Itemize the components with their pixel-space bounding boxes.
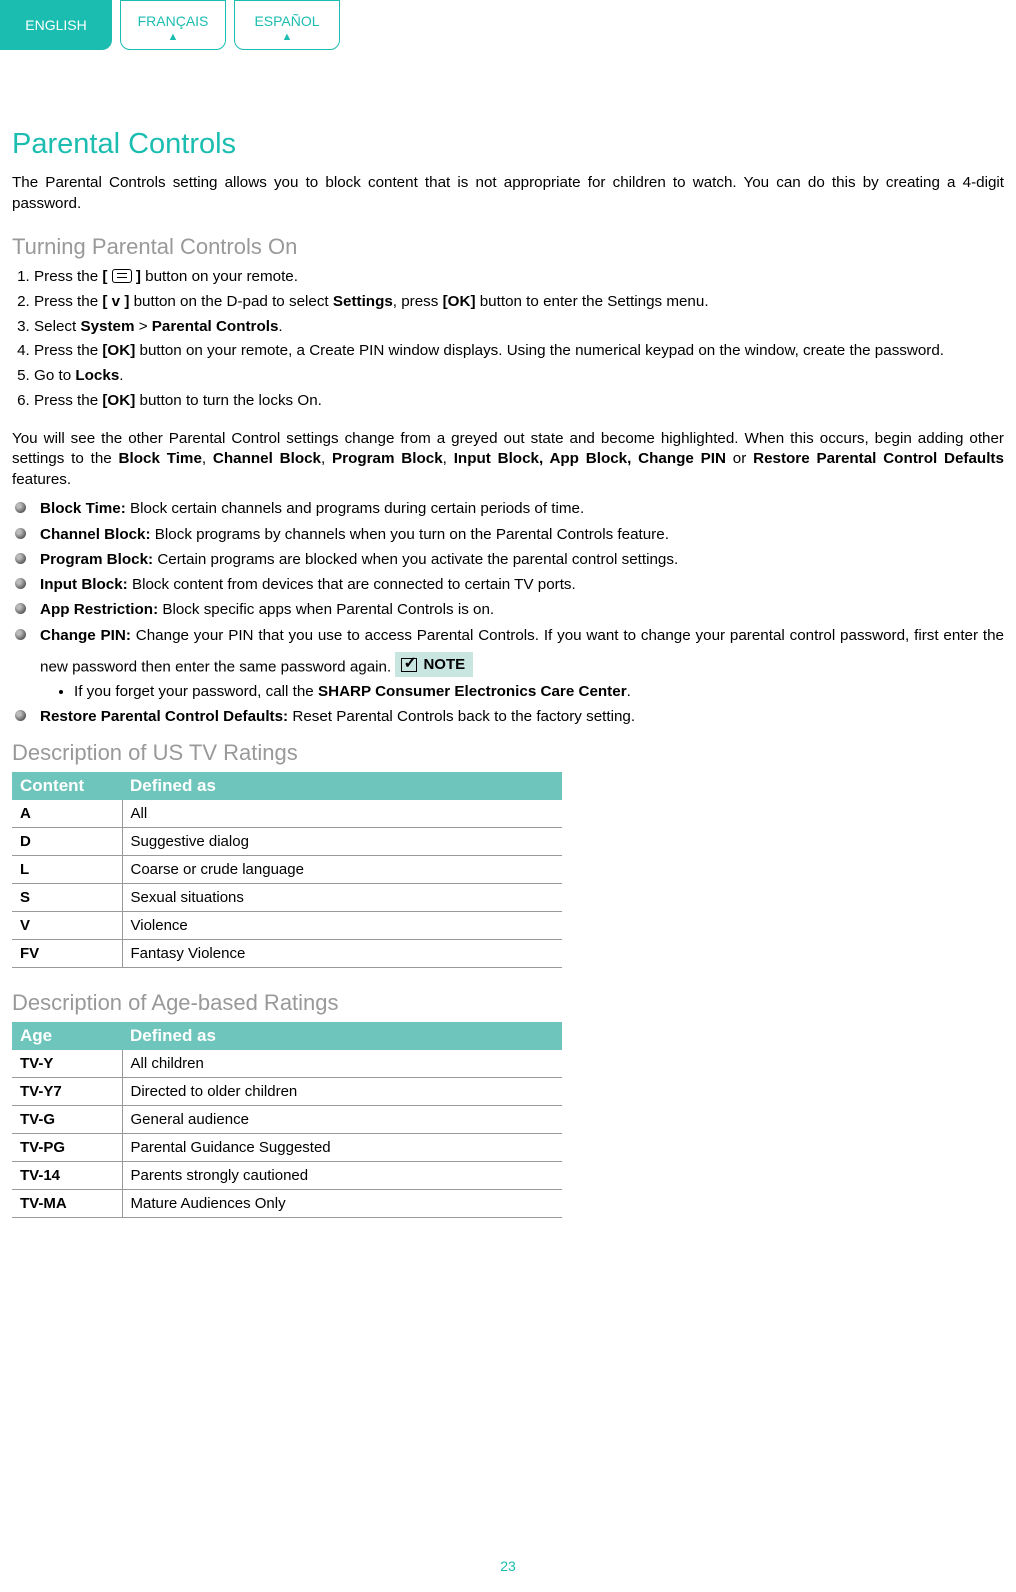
section-heading: Description of US TV Ratings xyxy=(12,740,1004,766)
step-4: Press the [OK] button on your remote, a … xyxy=(34,340,1004,363)
table-row: VViolence xyxy=(12,911,562,939)
table-cell: Violence xyxy=(122,911,562,939)
section-heading: Turning Parental Controls On xyxy=(12,234,1004,260)
table1-body: AAllDSuggestive dialogLCoarse or crude l… xyxy=(12,800,562,968)
after-steps-paragraph: You will see the other Parental Control … xyxy=(12,429,1004,491)
table-header: Defined as xyxy=(122,1022,562,1050)
step-2: Press the [ v ] button on the D-pad to s… xyxy=(34,291,1004,314)
list-item: App Restriction: Block specific apps whe… xyxy=(12,599,1004,620)
table-cell: TV-PG xyxy=(12,1133,122,1161)
step-5: Go to Locks. xyxy=(34,365,1004,388)
table-row: TV-14Parents strongly cautioned xyxy=(12,1161,562,1189)
table-cell: S xyxy=(12,883,122,911)
table-row: TV-GGeneral audience xyxy=(12,1105,562,1133)
chevron-up-icon: ▲ xyxy=(282,32,293,43)
list-item: Block Time: Block certain channels and p… xyxy=(12,498,1004,519)
table-header: Age xyxy=(12,1022,122,1050)
tab-francais[interactable]: FRANÇAIS ▲ xyxy=(120,0,226,50)
table-cell: Parental Guidance Suggested xyxy=(122,1133,562,1161)
table-cell: Suggestive dialog xyxy=(122,827,562,855)
table-cell: TV-Y7 xyxy=(12,1077,122,1105)
table-row: DSuggestive dialog xyxy=(12,827,562,855)
note-item: If you forget your password, call the SH… xyxy=(74,681,1004,702)
table-cell: General audience xyxy=(122,1105,562,1133)
table-cell: Parents strongly cautioned xyxy=(122,1161,562,1189)
age-ratings-table: Age Defined as TV-YAll childrenTV-Y7Dire… xyxy=(12,1022,562,1218)
remote-button-icon xyxy=(112,269,132,283)
list-item: Input Block: Block content from devices … xyxy=(12,574,1004,595)
table-cell: Fantasy Violence xyxy=(122,939,562,967)
tab-espanol[interactable]: ESPAÑOL ▲ xyxy=(234,0,340,50)
table-cell: TV-MA xyxy=(12,1189,122,1217)
section-heading: Description of Age-based Ratings xyxy=(12,990,1004,1016)
list-item: Program Block: Certain programs are bloc… xyxy=(12,549,1004,570)
intro-paragraph: The Parental Controls setting allows you… xyxy=(12,173,1004,214)
chevron-up-icon: ▲ xyxy=(168,32,179,43)
table-cell: A xyxy=(12,800,122,828)
table-cell: Directed to older children xyxy=(122,1077,562,1105)
checkmark-icon xyxy=(401,658,417,672)
table-row: TV-Y7Directed to older children xyxy=(12,1077,562,1105)
table-row: TV-PGParental Guidance Suggested xyxy=(12,1133,562,1161)
note-label: NOTE xyxy=(423,654,465,675)
table-header: Content xyxy=(12,772,122,800)
steps-list: Press the [ ] button on your remote. Pre… xyxy=(12,266,1004,413)
note-list: If you forget your password, call the SH… xyxy=(40,681,1004,702)
table-row: TV-MAMature Audiences Only xyxy=(12,1189,562,1217)
us-ratings-table: Content Defined as AAllDSuggestive dialo… xyxy=(12,772,562,968)
table-cell: Sexual situations xyxy=(122,883,562,911)
step-3: Select System > Parental Controls. xyxy=(34,316,1004,339)
table-row: AAll xyxy=(12,800,562,828)
table-header: Defined as xyxy=(122,772,562,800)
table2-body: TV-YAll childrenTV-Y7Directed to older c… xyxy=(12,1050,562,1218)
step-6: Press the [OK] button to turn the locks … xyxy=(34,390,1004,413)
page-number: 23 xyxy=(0,1558,1016,1574)
table-cell: TV-Y xyxy=(12,1050,122,1078)
table-cell: L xyxy=(12,855,122,883)
table-cell: FV xyxy=(12,939,122,967)
tab-label: ENGLISH xyxy=(25,17,86,33)
table-cell: Mature Audiences Only xyxy=(122,1189,562,1217)
table-cell: D xyxy=(12,827,122,855)
table-row: TV-YAll children xyxy=(12,1050,562,1078)
tab-english[interactable]: ENGLISH xyxy=(0,0,112,50)
table-cell: Coarse or crude language xyxy=(122,855,562,883)
table-row: LCoarse or crude language xyxy=(12,855,562,883)
list-item: Channel Block: Block programs by channel… xyxy=(12,524,1004,545)
tab-label: FRANÇAIS xyxy=(138,13,209,29)
table-cell: V xyxy=(12,911,122,939)
table-cell: All children xyxy=(122,1050,562,1078)
table-cell: TV-G xyxy=(12,1105,122,1133)
step-1: Press the [ ] button on your remote. xyxy=(34,266,1004,289)
page-content: Parental Controls The Parental Controls … xyxy=(0,50,1016,1218)
table-cell: All xyxy=(122,800,562,828)
list-item: Restore Parental Control Defaults: Reset… xyxy=(12,706,1004,727)
tab-label: ESPAÑOL xyxy=(254,13,319,29)
list-item: Change PIN: Change your PIN that you use… xyxy=(12,625,1004,703)
page-title: Parental Controls xyxy=(12,128,1004,161)
table-cell: TV-14 xyxy=(12,1161,122,1189)
table-row: SSexual situations xyxy=(12,883,562,911)
feature-list: Block Time: Block certain channels and p… xyxy=(12,498,1004,727)
note-badge: NOTE xyxy=(395,652,473,677)
table-row: FVFantasy Violence xyxy=(12,939,562,967)
language-tabs: ENGLISH FRANÇAIS ▲ ESPAÑOL ▲ xyxy=(0,0,1016,50)
